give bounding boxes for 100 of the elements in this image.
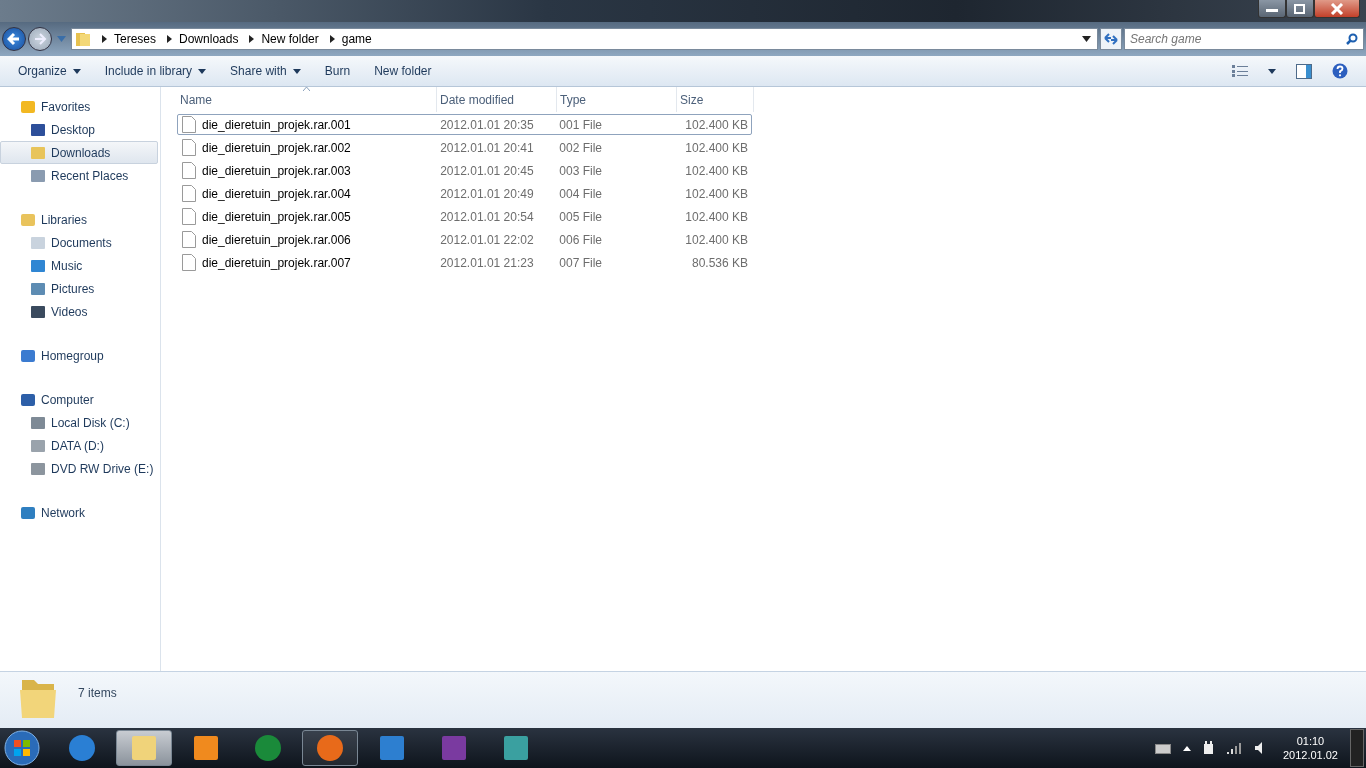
breadcrumb-item[interactable]: game: [341, 32, 372, 46]
file-icon: [182, 116, 196, 133]
file-icon: [182, 139, 196, 156]
date-cell: 2012.01.01 22:02: [440, 232, 534, 247]
nav-item[interactable]: DATA (D:): [0, 434, 158, 457]
file-name: die_dieretuin_projek.rar.001: [202, 117, 351, 132]
back-button[interactable]: [2, 27, 26, 51]
toolbar-button[interactable]: Burn: [314, 60, 361, 82]
file-row[interactable]: die_dieretuin_projek.rar.004 2012.01.01 20:49 004 File 102.400 KB: [177, 183, 752, 204]
file-name: die_dieretuin_projek.rar.007: [202, 255, 351, 270]
chevron-icon[interactable]: [249, 35, 255, 43]
nav-group[interactable]: Libraries: [0, 208, 158, 231]
refresh-button[interactable]: [1100, 28, 1122, 50]
caret-icon: [198, 68, 207, 74]
file-icon: [182, 231, 196, 248]
file-name: die_dieretuin_projek.rar.004: [202, 186, 351, 201]
date-cell: 2012.01.01 20:54: [440, 209, 534, 224]
close-icon: [1330, 2, 1344, 15]
file-row[interactable]: die_dieretuin_projek.rar.003 2012.01.01 20:45 003 File 102.400 KB: [177, 160, 752, 181]
type-cell: 003 File: [559, 163, 603, 178]
file-row[interactable]: die_dieretuin_projek.rar.002 2012.01.01 20:41 002 File 102.400 KB: [177, 137, 752, 158]
nav-group[interactable]: Favorites: [0, 95, 158, 118]
caret-icon[interactable]: [1082, 36, 1091, 42]
nav-item[interactable]: Documents: [0, 231, 158, 254]
file-name: die_dieretuin_projek.rar.006: [202, 232, 351, 247]
signal-bars-icon[interactable]: [1226, 742, 1243, 754]
file-row[interactable]: die_dieretuin_projek.rar.001 2012.01.01 20:35 001 File 102.400 KB: [177, 114, 752, 135]
folder-icon: [129, 733, 159, 763]
caret-icon: [72, 68, 81, 74]
chevron-icon[interactable]: [329, 35, 335, 43]
column-header[interactable]: Type: [557, 87, 677, 112]
file-name: die_dieretuin_projek.rar.003: [202, 163, 351, 178]
folder-icon: [75, 31, 91, 47]
right-arrow-icon: [33, 32, 47, 46]
size-cell: 102.400 KB: [685, 117, 748, 132]
search-icon[interactable]: [1346, 33, 1358, 45]
size-cell: 102.400 KB: [685, 140, 748, 155]
column-header[interactable]: Date modified: [437, 87, 557, 112]
close-button[interactable]: [1314, 0, 1360, 18]
size-cell: 102.400 KB: [685, 209, 748, 224]
breadcrumb-item[interactable]: Tereses: [114, 32, 157, 46]
maximize-button[interactable]: [1286, 0, 1314, 18]
up-arrow-icon[interactable]: [1182, 745, 1191, 751]
refresh-icon: [1104, 33, 1118, 45]
nav-group[interactable]: Homegroup: [0, 344, 158, 367]
nav-group[interactable]: Computer: [0, 388, 158, 411]
taskbar-button[interactable]: [302, 730, 358, 766]
toolbar-button[interactable]: Organize: [8, 60, 91, 82]
view-list-icon[interactable]: [1232, 65, 1248, 77]
search-field[interactable]: Search game: [1124, 28, 1364, 50]
toolbar-button[interactable]: Include in library: [94, 60, 217, 82]
file-row[interactable]: die_dieretuin_projek.rar.007 2012.01.01 21:23 007 File 80.536 KB: [177, 252, 752, 273]
start-button[interactable]: [4, 730, 40, 766]
file-row[interactable]: die_dieretuin_projek.rar.005 2012.01.01 20:54 005 File 102.400 KB: [177, 206, 752, 227]
nav-group[interactable]: Network: [0, 501, 158, 524]
date-cell: 2012.01.01 20:45: [440, 163, 534, 178]
file-icon: [182, 254, 196, 271]
type-cell: 005 File: [559, 209, 603, 224]
column-header[interactable]: Size: [677, 87, 754, 112]
chevron-icon[interactable]: [167, 35, 173, 43]
size-cell: 80.536 KB: [691, 255, 748, 270]
size-cell: 102.400 KB: [685, 186, 748, 201]
clock-time: 01:10: [1296, 735, 1325, 747]
date-cell: 2012.01.01 21:23: [440, 255, 534, 270]
forward-button[interactable]: [28, 27, 52, 51]
chevron-icon[interactable]: [102, 35, 107, 43]
preview-pane-icon[interactable]: [1296, 63, 1312, 79]
toolbar-button[interactable]: Share with: [220, 60, 311, 82]
help-icon[interactable]: [1332, 63, 1348, 79]
size-cell: 102.400 KB: [685, 232, 748, 247]
caret-icon: [292, 68, 301, 74]
file-row[interactable]: die_dieretuin_projek.rar.006 2012.01.01 22:02 006 File 102.400 KB: [177, 229, 752, 250]
column-header[interactable]: Name: [177, 87, 437, 112]
clock[interactable]: 01:10 2012.01.02: [1282, 735, 1338, 761]
show-desktop-button[interactable]: [1350, 729, 1364, 767]
file-icon: [182, 208, 196, 225]
keyboard-icon[interactable]: [1154, 742, 1171, 754]
caret-icon[interactable]: [1268, 68, 1276, 74]
breadcrumb-item[interactable]: Downloads: [179, 32, 239, 46]
nav-item[interactable]: Videos: [0, 300, 158, 323]
date-cell: 2012.01.01 20:41: [440, 140, 534, 155]
nav-item[interactable]: Recent Places: [0, 164, 158, 187]
nav-item[interactable]: Pictures: [0, 277, 158, 300]
nav-item[interactable]: Downloads: [0, 141, 158, 164]
nav-item[interactable]: Desktop: [0, 118, 158, 141]
power-plug-icon[interactable]: [1202, 741, 1215, 755]
nav-item[interactable]: Music: [0, 254, 158, 277]
nav-item[interactable]: Local Disk (C:): [0, 411, 158, 434]
file-icon: [182, 162, 196, 179]
minimize-button[interactable]: [1258, 0, 1286, 18]
type-cell: 001 File: [559, 117, 603, 132]
item-count: 7 items: [78, 686, 117, 700]
breadcrumb-item[interactable]: New folder: [261, 32, 319, 46]
file-name: die_dieretuin_projek.rar.005: [202, 209, 351, 224]
nav-item[interactable]: DVD RW Drive (E:): [0, 457, 158, 480]
file-name: die_dieretuin_projek.rar.002: [202, 140, 351, 155]
type-cell: 006 File: [559, 232, 603, 247]
toolbar-button[interactable]: New folder: [364, 60, 442, 82]
address-bar[interactable]: Tereses Downloads New folder game: [71, 28, 1098, 50]
type-cell: 004 File: [559, 186, 603, 201]
